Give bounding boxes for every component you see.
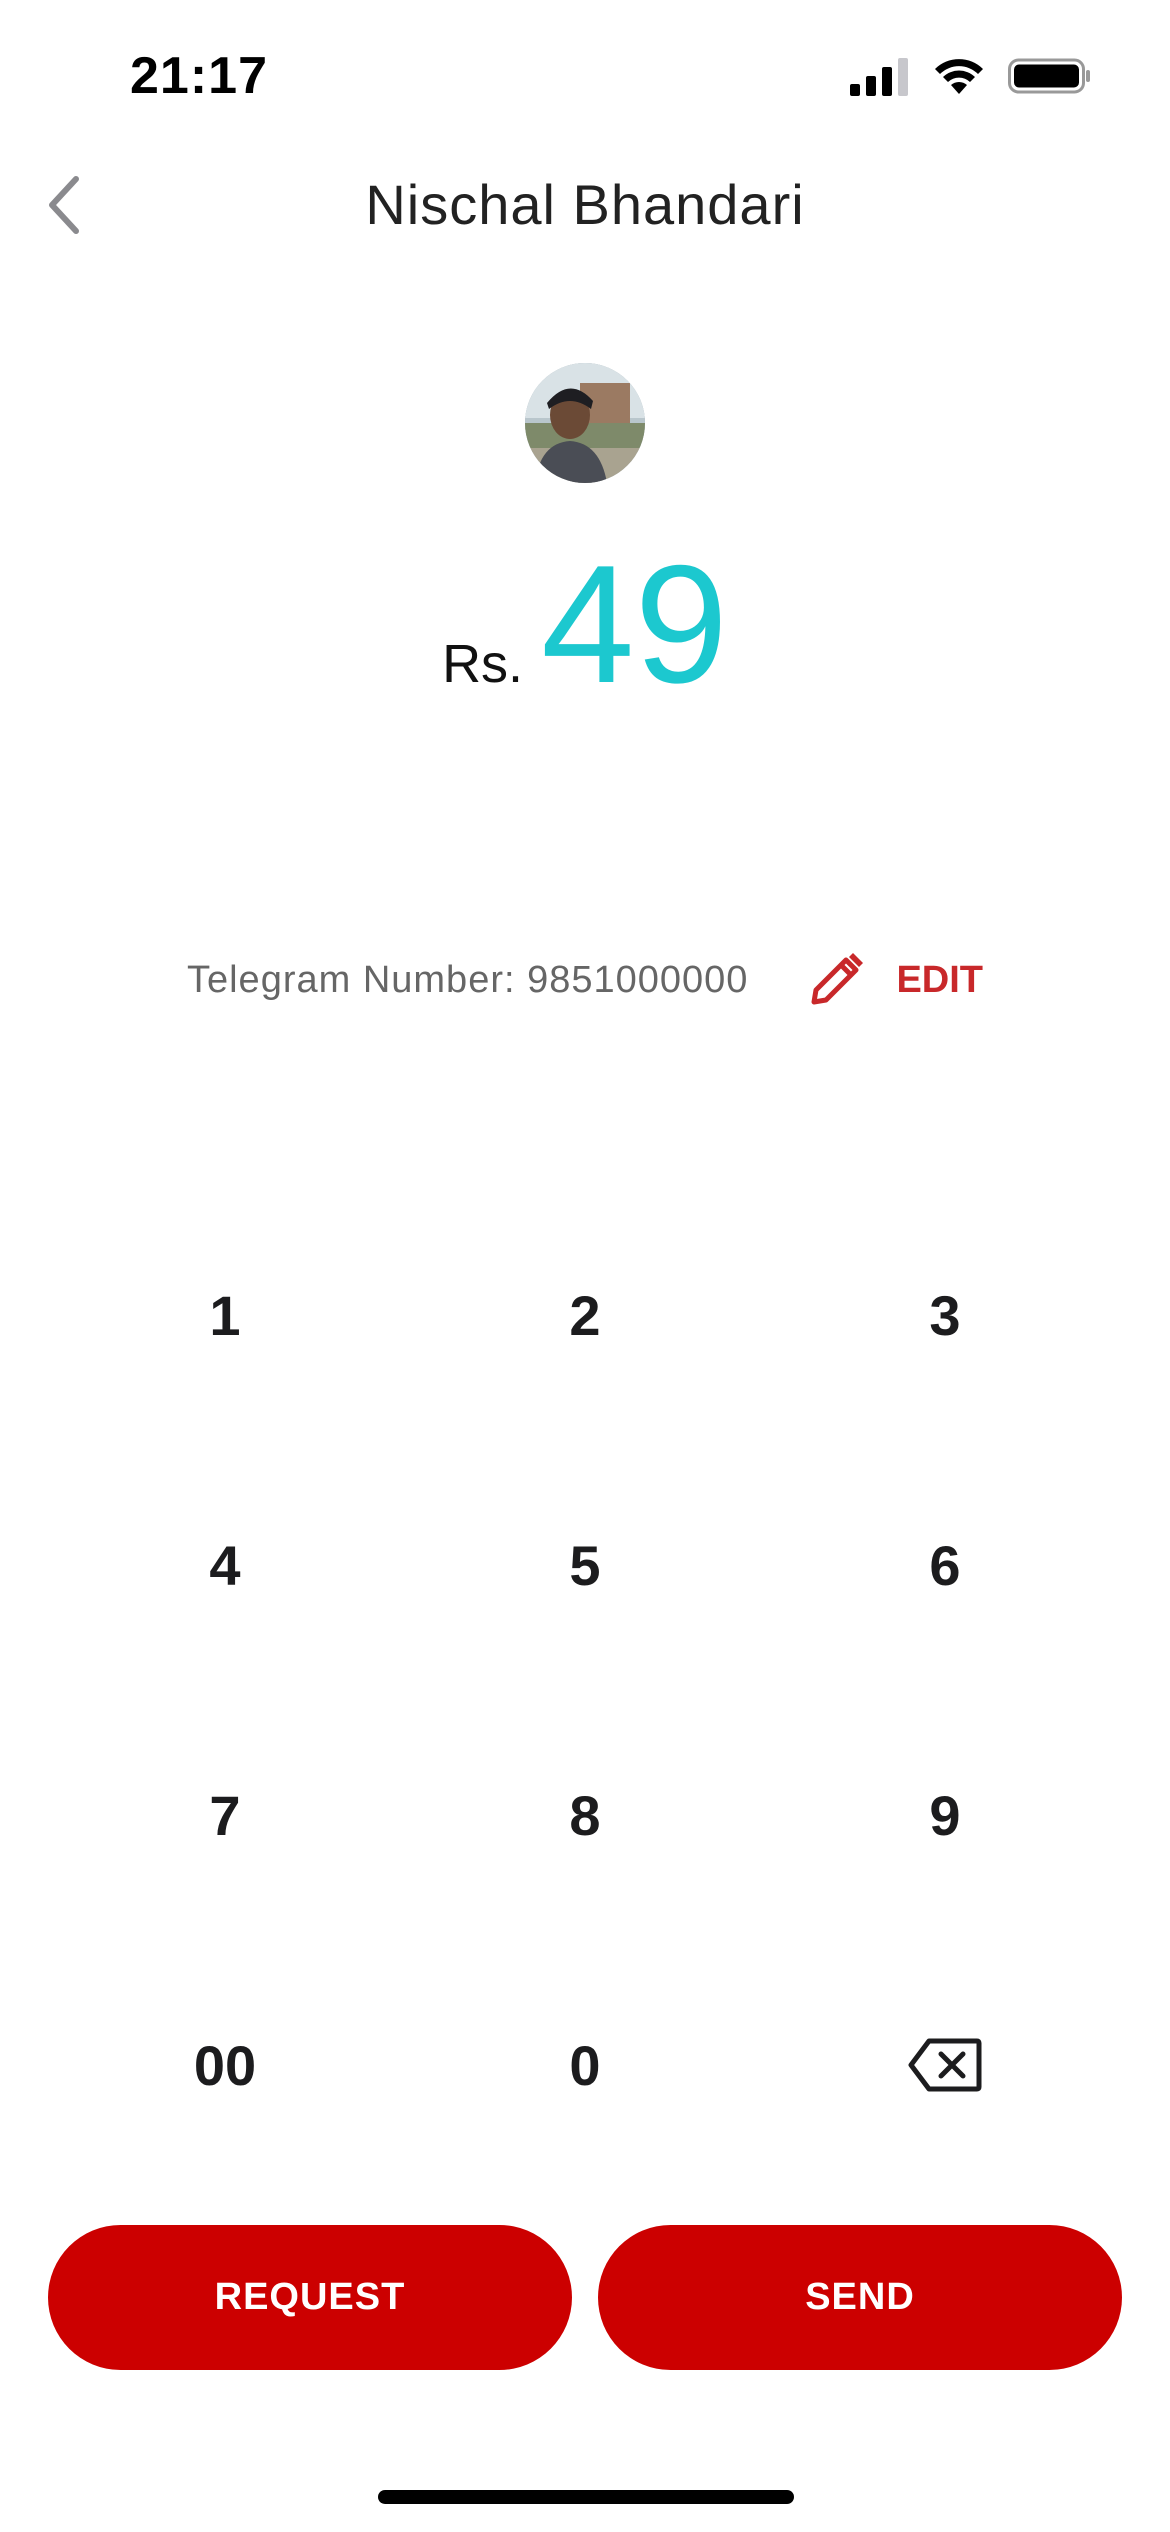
backspace-icon: [908, 2038, 982, 2092]
amount-display: Rs. 49: [0, 540, 1170, 708]
key-3[interactable]: 3: [780, 1190, 1170, 1440]
edit-label: EDIT: [896, 958, 983, 1001]
cellular-signal-icon: [850, 58, 908, 96]
payment-screen: 21:17 Nischal Bhandari Rs. 49 Telegram N…: [0, 0, 1170, 2532]
home-indicator[interactable]: [378, 2490, 794, 2504]
key-00[interactable]: 00: [0, 1940, 390, 2190]
battery-icon: [1008, 58, 1090, 94]
keypad-row: 7 8 9: [0, 1690, 1170, 1940]
send-button[interactable]: SEND: [598, 2225, 1122, 2370]
status-bar: 21:17: [0, 0, 1170, 150]
numeric-keypad: 1 2 3 4 5 6 7 8 9 00 0: [0, 1190, 1170, 2190]
status-icons: [850, 56, 1092, 96]
profile-photo: [525, 363, 645, 483]
key-9[interactable]: 9: [780, 1690, 1170, 1940]
keypad-row: 1 2 3: [0, 1190, 1170, 1440]
action-buttons: REQUEST SEND: [48, 2225, 1122, 2370]
page-title: Nischal Bhandari: [365, 173, 805, 236]
key-0[interactable]: 0: [390, 1940, 780, 2190]
keypad-row: 00 0: [0, 1940, 1170, 2190]
edit-button[interactable]: EDIT: [806, 950, 983, 1010]
backspace-key[interactable]: [780, 1940, 1170, 2190]
key-7[interactable]: 7: [0, 1690, 390, 1940]
wifi-icon: [935, 59, 983, 94]
request-button[interactable]: REQUEST: [48, 2225, 572, 2370]
recipient-number: Telegram Number: 9851000000: [186, 958, 749, 1001]
amount-value: 49: [541, 530, 728, 718]
pencil-icon: [811, 953, 864, 1005]
key-8[interactable]: 8: [390, 1690, 780, 1940]
recipient-row: Telegram Number: 9851000000 EDIT: [0, 945, 1170, 1015]
status-time: 21:17: [130, 47, 268, 105]
key-5[interactable]: 5: [390, 1440, 780, 1690]
keypad-row: 4 5 6: [0, 1440, 1170, 1690]
key-4[interactable]: 4: [0, 1440, 390, 1690]
avatar: [525, 363, 645, 483]
key-2[interactable]: 2: [390, 1190, 780, 1440]
key-1[interactable]: 1: [0, 1190, 390, 1440]
currency-label: Rs.: [442, 634, 524, 694]
key-6[interactable]: 6: [780, 1440, 1170, 1690]
